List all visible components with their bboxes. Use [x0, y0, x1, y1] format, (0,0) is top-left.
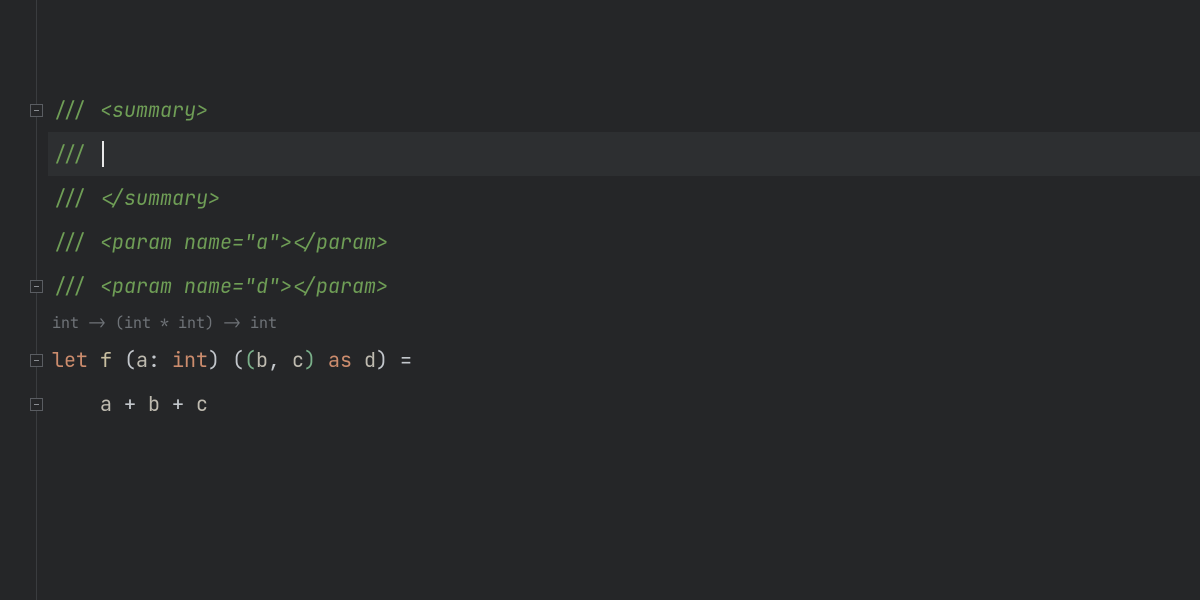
code-token: int: [172, 347, 208, 373]
code-token: [352, 347, 364, 373]
code-token: >: [376, 229, 388, 255]
code-token: d: [364, 347, 376, 373]
code-token: [112, 347, 124, 373]
code-token: +: [124, 391, 136, 417]
code-token: >: [376, 273, 388, 299]
code-token: ,: [268, 347, 280, 373]
code-token: ): [304, 347, 316, 373]
code-token: ///: [52, 273, 100, 299]
fold-toggle-icon[interactable]: [30, 398, 43, 411]
code-token: :: [148, 347, 160, 373]
gutter: [0, 0, 48, 600]
fold-toggle-icon[interactable]: [30, 280, 43, 293]
code-token: <: [100, 273, 112, 299]
code-token: [280, 347, 292, 373]
code-token: =: [232, 273, 244, 299]
code-token: [220, 347, 232, 373]
code-token: name: [184, 229, 232, 255]
code-token: </: [292, 229, 316, 255]
code-token: >: [196, 97, 208, 123]
code-token: [184, 391, 196, 417]
code-token: (: [244, 347, 256, 373]
code-token: b: [148, 391, 160, 417]
code-token: summary: [124, 185, 208, 211]
text-cursor: [102, 141, 104, 167]
code-token: ///: [52, 185, 100, 211]
code-token: ): [208, 347, 220, 373]
code-token: [88, 347, 100, 373]
fold-guideline: [36, 0, 37, 600]
code-token: =: [232, 229, 244, 255]
code-editor[interactable]: /// <summary>/// /// </summary>/// <para…: [0, 0, 1200, 600]
code-token: >: [280, 229, 292, 255]
code-token: <: [100, 97, 112, 123]
code-token: a: [136, 347, 148, 373]
code-token: param: [112, 229, 172, 255]
code-area[interactable]: /// <summary>/// /// </summary>/// <para…: [48, 0, 1200, 600]
code-token: [388, 347, 400, 373]
code-token: </: [100, 185, 124, 211]
code-token: <: [100, 229, 112, 255]
code-token: let: [52, 347, 88, 373]
fold-toggle-icon[interactable]: [30, 354, 43, 367]
code-line[interactable]: /// <param name="a"></param>: [48, 220, 1200, 264]
code-token: "d": [244, 273, 280, 299]
code-token: a: [100, 391, 112, 417]
code-token: [172, 273, 184, 299]
code-token: [172, 229, 184, 255]
code-token: >: [280, 273, 292, 299]
code-token: ///: [52, 97, 100, 123]
code-token: c: [196, 391, 208, 417]
code-token: [112, 391, 124, 417]
code-token: param: [316, 229, 376, 255]
code-token: ): [376, 347, 388, 373]
code-line[interactable]: /// <summary>: [48, 88, 1200, 132]
code-token: name: [184, 273, 232, 299]
code-token: param: [316, 273, 376, 299]
code-line[interactable]: /// <param name="d"></param>: [48, 264, 1200, 308]
code-token: +: [172, 391, 184, 417]
code-token: "a": [244, 229, 280, 255]
code-token: b: [256, 347, 268, 373]
code-token: summary: [112, 97, 196, 123]
code-line[interactable]: ///: [48, 132, 1200, 176]
code-token: (: [232, 347, 244, 373]
fold-toggle-icon[interactable]: [30, 104, 43, 117]
code-token: ///: [52, 229, 100, 255]
code-token: </: [292, 273, 316, 299]
blank-line[interactable]: [48, 0, 1200, 44]
code-token: f: [100, 347, 112, 373]
code-token: as: [328, 347, 352, 373]
blank-line[interactable]: [48, 44, 1200, 88]
code-token: >: [208, 185, 220, 211]
code-token: [136, 391, 148, 417]
code-line[interactable]: /// </summary>: [48, 176, 1200, 220]
code-line[interactable]: let f (a: int) ((b, c) as d) =: [48, 338, 1200, 382]
code-token: [160, 391, 172, 417]
code-token: [160, 347, 172, 373]
code-token: =: [400, 347, 412, 373]
code-token: ///: [52, 141, 100, 167]
code-token: c: [292, 347, 304, 373]
inlay-type-hint: int -> (int * int) -> int: [48, 308, 1200, 338]
code-token: [316, 347, 328, 373]
code-token: param: [112, 273, 172, 299]
code-token: [52, 391, 100, 417]
code-token: (: [124, 347, 136, 373]
code-line[interactable]: a + b + c: [48, 382, 1200, 426]
